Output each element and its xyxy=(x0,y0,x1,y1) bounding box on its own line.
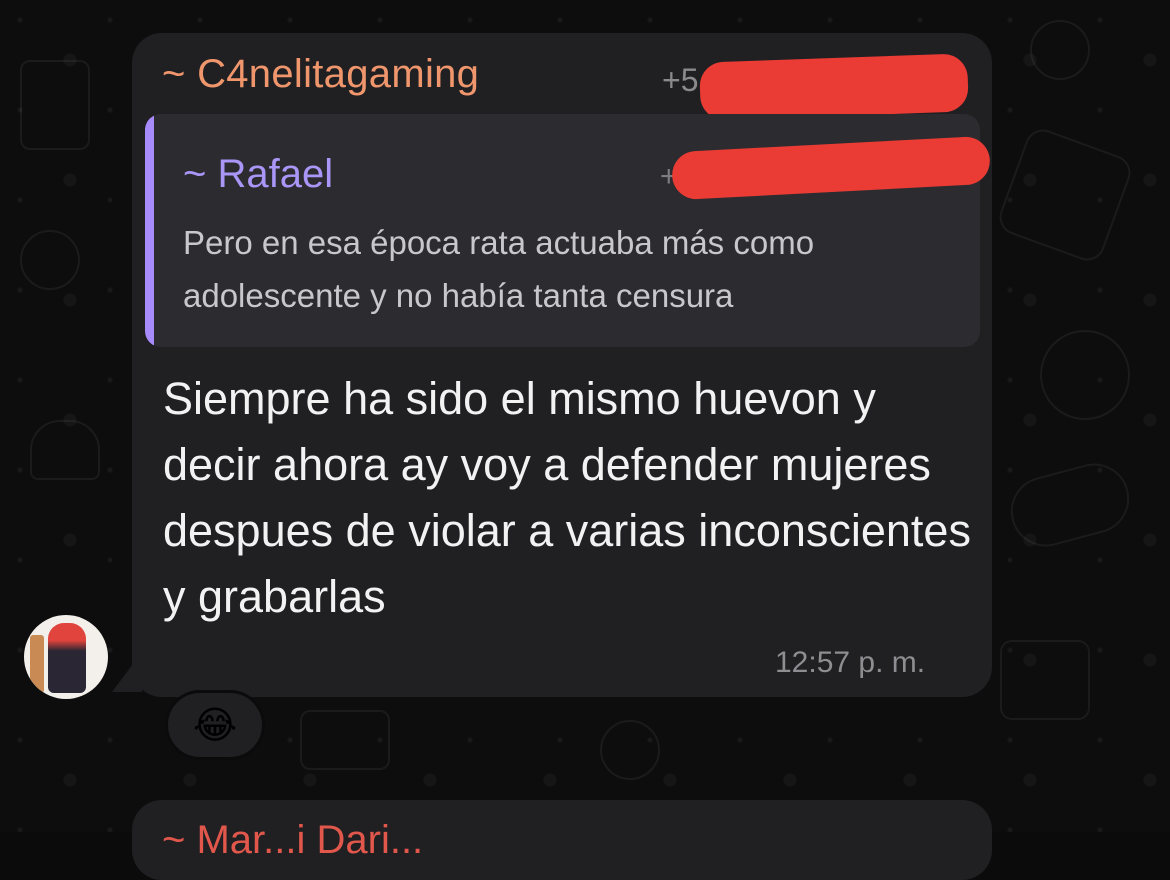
doodle-shape xyxy=(20,230,80,290)
quote-accent-bar xyxy=(145,114,154,347)
sender-row[interactable]: ~ C4nelitagaming xyxy=(162,52,479,97)
message-text: Siempre ha sido el mismo huevon y decir … xyxy=(163,366,973,630)
doodle-shape xyxy=(1003,456,1137,555)
reaction-badge[interactable]: 😂 xyxy=(165,690,265,760)
sender-phone: +5 xyxy=(662,62,698,99)
laughing-emoji-icon: 😂 xyxy=(193,706,237,744)
quote-text: Pero en esa época rata actuaba más como … xyxy=(183,216,973,322)
avatar-background-detail xyxy=(30,635,44,693)
doodle-shape xyxy=(1000,640,1090,720)
message-timestamp: 12:57 p. m. xyxy=(775,646,925,680)
doodle-shape xyxy=(600,720,660,780)
doodle-shape xyxy=(30,420,100,480)
sender-avatar[interactable] xyxy=(24,615,108,699)
doodle-shape xyxy=(1040,330,1130,420)
doodle-shape xyxy=(1030,20,1090,80)
next-message-bubble[interactable]: ~ Mar...i Dari... xyxy=(132,800,992,880)
sender-name[interactable]: ~ C4nelitagaming xyxy=(162,52,479,97)
next-sender-name: ~ Mar...i Dari... xyxy=(162,818,423,863)
redaction-mark xyxy=(699,53,969,120)
doodle-shape xyxy=(995,125,1136,266)
quote-sender-name: ~ Rafael xyxy=(183,152,333,197)
doodle-shape xyxy=(300,710,390,770)
doodle-shape xyxy=(20,60,90,150)
avatar-person xyxy=(48,623,86,693)
